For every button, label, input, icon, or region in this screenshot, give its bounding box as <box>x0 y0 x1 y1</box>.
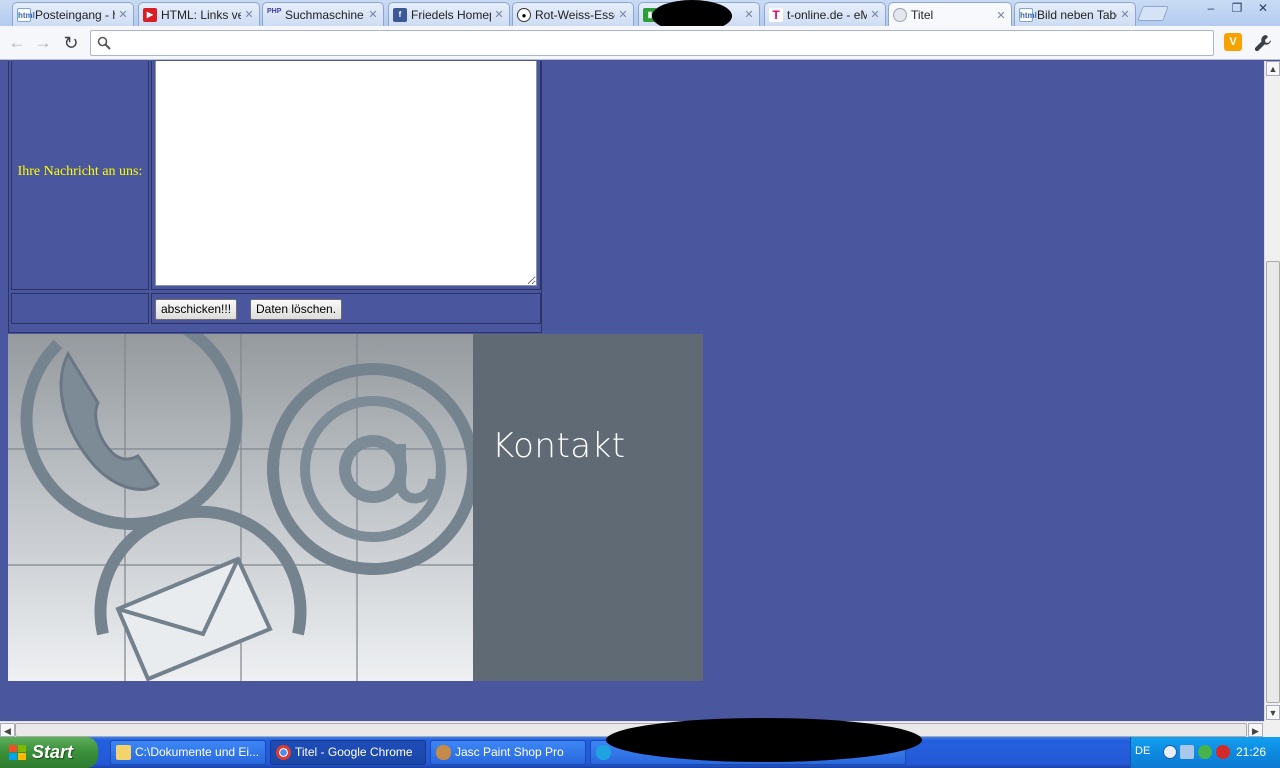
task-label: Jasc Paint Shop Pro <box>455 745 564 759</box>
skype-icon <box>596 745 611 760</box>
close-icon[interactable]: ✕ <box>995 9 1007 22</box>
scrollbar-corner <box>1264 721 1280 737</box>
antivirus-icon[interactable] <box>1216 745 1230 759</box>
extension-icon[interactable]: V <box>1224 33 1242 51</box>
redaction-mark <box>606 718 922 762</box>
youtube-icon: ▶ <box>143 7 157 22</box>
forward-arrow-icon[interactable]: → <box>32 32 54 54</box>
tab-friedels-homepage[interactable]: f Friedels Homepa ✕ <box>388 2 510 26</box>
tab-title: Bild neben Tabe <box>1037 7 1117 22</box>
contact-title: Kontakt <box>492 426 626 466</box>
address-input[interactable] <box>119 34 1199 52</box>
football-icon: ● <box>517 7 531 22</box>
back-arrow-icon[interactable]: ← <box>6 32 28 54</box>
close-button[interactable]: ✕ <box>1250 0 1276 17</box>
contact-title-panel: Kontakt <box>473 334 703 681</box>
scroll-right-icon[interactable]: ▶ <box>1248 723 1263 737</box>
tab-title: Posteingang - h <box>35 7 115 22</box>
clock[interactable]: 21:26 <box>1236 745 1266 759</box>
message-label: Ihre Nachricht an uns: <box>17 164 143 179</box>
network-icon[interactable] <box>1180 745 1194 759</box>
vertical-scrollbar[interactable]: ▲ ▼ <box>1264 61 1280 721</box>
chrome-icon <box>276 745 291 760</box>
tab-titel[interactable]: Titel ✕ <box>888 2 1012 27</box>
close-icon[interactable]: ✕ <box>243 8 255 21</box>
maximize-button[interactable]: ❐ <box>1224 0 1250 17</box>
close-icon[interactable]: ✕ <box>743 8 755 21</box>
submit-button[interactable]: abschicken!!! <box>155 299 238 320</box>
scroll-down-icon[interactable]: ▼ <box>1266 705 1280 720</box>
security-shield-icon[interactable] <box>1198 745 1212 759</box>
close-icon[interactable]: ✕ <box>493 8 505 21</box>
tab-title: HTML: Links ver <box>161 7 241 22</box>
message-label-cell: Ihre Nachricht an uns: <box>11 61 149 290</box>
tab-title: Friedels Homepa <box>411 7 491 22</box>
html-icon: html <box>1019 7 1037 22</box>
php-icon: PHP <box>267 7 282 15</box>
paint-shop-icon <box>436 745 451 760</box>
folder-icon <box>116 745 131 760</box>
start-label: Start <box>32 742 74 762</box>
windows-logo-icon <box>9 745 26 760</box>
phone-icon <box>20 334 243 530</box>
message-textarea[interactable] <box>155 61 537 286</box>
tab-strip: html Posteingang - h ✕ ▶ HTML: Links ver… <box>0 0 1280 32</box>
task-chrome[interactable]: Titel - Google Chrome <box>270 740 426 765</box>
task-paint-shop[interactable]: Jasc Paint Shop Pro <box>430 740 586 765</box>
reset-button[interactable]: Daten löschen. <box>250 299 343 320</box>
close-icon[interactable]: ✕ <box>617 8 629 21</box>
html-icon: html <box>17 7 35 22</box>
new-tab-button[interactable] <box>1137 6 1169 21</box>
contact-graphic <box>8 334 473 681</box>
close-icon[interactable]: ✕ <box>117 8 129 21</box>
at-sign-icon <box>267 363 473 575</box>
tab-posteingang[interactable]: html Posteingang - h ✕ <box>12 2 134 26</box>
contact-form-table: Ihre Nachricht an uns: abschicken!!! Dat… <box>8 61 542 333</box>
language-indicator[interactable]: DE <box>1135 745 1150 757</box>
task-explorer[interactable]: C:\Dokumente und Ei... <box>110 740 266 765</box>
telekom-icon: T <box>769 7 783 22</box>
tab-bild-neben-tabelle[interactable]: html Bild neben Tabe ✕ <box>1014 2 1136 26</box>
address-bar[interactable] <box>90 30 1214 56</box>
tab-t-online[interactable]: T t-online.de - eM ✕ <box>764 2 886 26</box>
tab-rot-weiss-essen[interactable]: ● Rot-Weiss-Esse ✕ <box>512 2 634 26</box>
contact-illustration <box>8 334 473 681</box>
page-content: Ihre Nachricht an uns: abschicken!!! Dat… <box>0 61 1264 721</box>
tab-suchmaschine[interactable]: PHP Suchmaschine a ✕ <box>262 2 384 26</box>
scroll-up-icon[interactable]: ▲ <box>1266 61 1280 76</box>
window-controls: – ❐ ✕ <box>1198 0 1276 18</box>
vertical-scroll-thumb[interactable] <box>1266 261 1280 703</box>
minimize-button[interactable]: – <box>1198 0 1224 17</box>
search-icon <box>97 36 111 50</box>
close-icon[interactable]: ✕ <box>1119 8 1131 21</box>
show-hidden-icons-icon[interactable] <box>1163 745 1177 759</box>
task-label: Titel - Google Chrome <box>295 745 413 759</box>
globe-icon <box>893 8 907 22</box>
browser-toolbar: ← → ↻ V <box>0 26 1280 60</box>
start-button[interactable]: Start <box>0 737 98 768</box>
tab-title: Rot-Weiss-Esse <box>535 7 615 22</box>
facebook-icon: f <box>393 7 407 22</box>
message-cell <box>151 61 541 290</box>
empty-cell <box>11 293 149 324</box>
tab-title: t-online.de - eM <box>787 7 867 22</box>
tab-title: Suchmaschine a <box>285 7 365 22</box>
task-label: C:\Dokumente und Ei... <box>135 745 260 759</box>
scroll-left-icon[interactable]: ◀ <box>0 723 15 737</box>
buttons-cell: abschicken!!! Daten löschen. <box>151 293 541 324</box>
tab-html-links[interactable]: ▶ HTML: Links ver ✕ <box>138 2 260 26</box>
close-icon[interactable]: ✕ <box>869 8 881 21</box>
reload-icon[interactable]: ↻ <box>60 32 82 54</box>
wrench-icon[interactable] <box>1253 33 1273 53</box>
envelope-icon <box>94 505 307 681</box>
system-tray: DE 21:26 <box>1130 737 1280 768</box>
close-icon[interactable]: ✕ <box>367 8 379 21</box>
tab-title: Titel <box>911 8 934 22</box>
